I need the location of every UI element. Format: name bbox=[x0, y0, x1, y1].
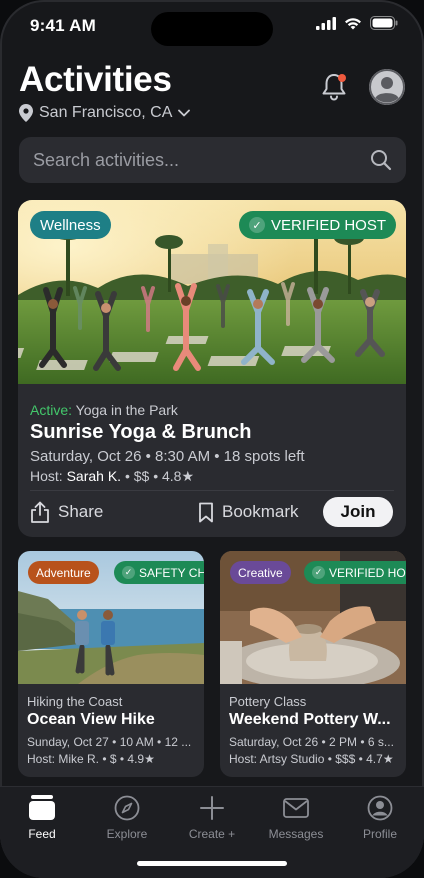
bookmark-label: Bookmark bbox=[222, 502, 299, 521]
location-pin-icon bbox=[19, 104, 33, 122]
compass-icon bbox=[114, 795, 140, 821]
verified-host-label: VERIFIED HOST bbox=[271, 216, 387, 234]
activity-title: Weekend Pottery W... bbox=[229, 711, 391, 728]
search-bar bbox=[19, 137, 406, 183]
tab-create[interactable]: Create + bbox=[170, 795, 254, 841]
tab-label: Profile bbox=[362, 827, 397, 841]
activity-card-hike[interactable]: Adventure ✓ SAFETY CHE Hiking the Coast … bbox=[18, 551, 204, 777]
user-avatar-icon bbox=[369, 69, 405, 105]
verified-host-label: VERIFIED HOST bbox=[329, 565, 406, 580]
wifi-icon bbox=[345, 17, 361, 29]
bookmark-icon bbox=[199, 502, 213, 522]
category-pill: Wellness bbox=[30, 211, 111, 239]
notification-dot bbox=[338, 74, 346, 82]
host-name[interactable]: Sarah K. bbox=[67, 468, 121, 484]
activity-subtitle: Yoga in the Park bbox=[75, 402, 178, 418]
checkmark-icon: ✓ bbox=[249, 217, 265, 233]
activity-host-line: Host: Artsy Studio • $$$ • 4.7★ bbox=[229, 752, 394, 766]
activity-host-line: Host: Sarah K. • $$ • 4.8★ bbox=[30, 468, 194, 485]
activity-datetime: Saturday, Oct 26 • 2 PM • 6 s... bbox=[229, 735, 394, 749]
share-button[interactable]: Share bbox=[30, 498, 103, 526]
feed-icon bbox=[29, 795, 55, 820]
profile-avatar-button[interactable] bbox=[369, 69, 405, 105]
active-status: Active: bbox=[30, 402, 73, 418]
mail-icon bbox=[283, 798, 309, 818]
profile-icon bbox=[367, 795, 393, 821]
share-label: Share bbox=[58, 502, 104, 521]
activity-card-pottery[interactable]: Creative ✓ VERIFIED HOST Pottery Class W… bbox=[220, 551, 406, 777]
phone-screen: 9:41 AM Activities San Francisco, CA Sea… bbox=[0, 0, 424, 878]
tab-explore[interactable]: Explore bbox=[85, 795, 169, 841]
activity-host-line: Host: Mike R. • $ • 4.9★ bbox=[27, 752, 155, 766]
checkmark-icon: ✓ bbox=[312, 566, 325, 579]
location-label: San Francisco, CA bbox=[39, 104, 173, 121]
bookmark-button[interactable]: Bookmark bbox=[198, 498, 299, 526]
tab-label: Explore bbox=[106, 827, 148, 841]
safety-check-badge: ✓ SAFETY CHE bbox=[114, 561, 204, 584]
category-pill: Creative bbox=[230, 561, 291, 584]
card-divider bbox=[30, 490, 394, 491]
activity-subtitle: Pottery Class bbox=[229, 694, 307, 709]
tab-label: Messages bbox=[268, 827, 324, 841]
cellular-signal-icon bbox=[316, 16, 336, 30]
verified-host-badge: ✓ VERIFIED HOST bbox=[304, 561, 406, 584]
verified-host-badge: ✓ VERIFIED HOST bbox=[239, 211, 397, 239]
status-time: 9:41 AM bbox=[30, 16, 96, 35]
activity-datetime: Sunday, Oct 27 • 10 AM • 12 ... bbox=[27, 735, 192, 749]
page-title: Activities bbox=[19, 60, 172, 99]
activity-category: Active: Yoga in the Park bbox=[30, 402, 178, 418]
plus-icon bbox=[200, 796, 224, 820]
host-prefix: Host: bbox=[30, 468, 63, 484]
status-bar: 9:41 AM bbox=[0, 0, 424, 52]
tab-profile[interactable]: Profile bbox=[338, 795, 422, 841]
host-meta: • $$ • 4.8★ bbox=[124, 468, 195, 484]
activity-title: Ocean View Hike bbox=[27, 711, 155, 728]
checkmark-icon: ✓ bbox=[122, 566, 135, 579]
tab-label: Feed bbox=[28, 827, 56, 841]
dynamic-island bbox=[151, 12, 273, 46]
chevron-down-icon bbox=[178, 109, 191, 117]
safety-check-label: SAFETY CHE bbox=[139, 565, 204, 580]
share-icon bbox=[31, 501, 49, 523]
activity-datetime: Saturday, Oct 26 • 8:30 AM • 18 spots le… bbox=[30, 448, 305, 465]
search-icon[interactable] bbox=[370, 149, 392, 171]
activity-title: Sunrise Yoga & Brunch bbox=[30, 421, 252, 443]
home-indicator[interactable] bbox=[137, 861, 287, 866]
featured-activity-card[interactable]: Wellness ✓ VERIFIED HOST Active: Yoga in… bbox=[18, 200, 406, 537]
battery-icon bbox=[370, 16, 398, 30]
search-input[interactable] bbox=[19, 137, 406, 183]
category-pill: Adventure bbox=[28, 561, 99, 584]
tab-label: Create + bbox=[188, 827, 236, 841]
status-icons bbox=[316, 16, 398, 30]
notifications-button[interactable] bbox=[320, 72, 348, 102]
activity-subtitle: Hiking the Coast bbox=[27, 694, 123, 709]
join-button[interactable]: Join bbox=[323, 497, 393, 527]
tab-feed[interactable]: Feed bbox=[0, 795, 84, 841]
tab-messages[interactable]: Messages bbox=[254, 795, 338, 841]
location-selector[interactable]: San Francisco, CA bbox=[19, 104, 191, 122]
